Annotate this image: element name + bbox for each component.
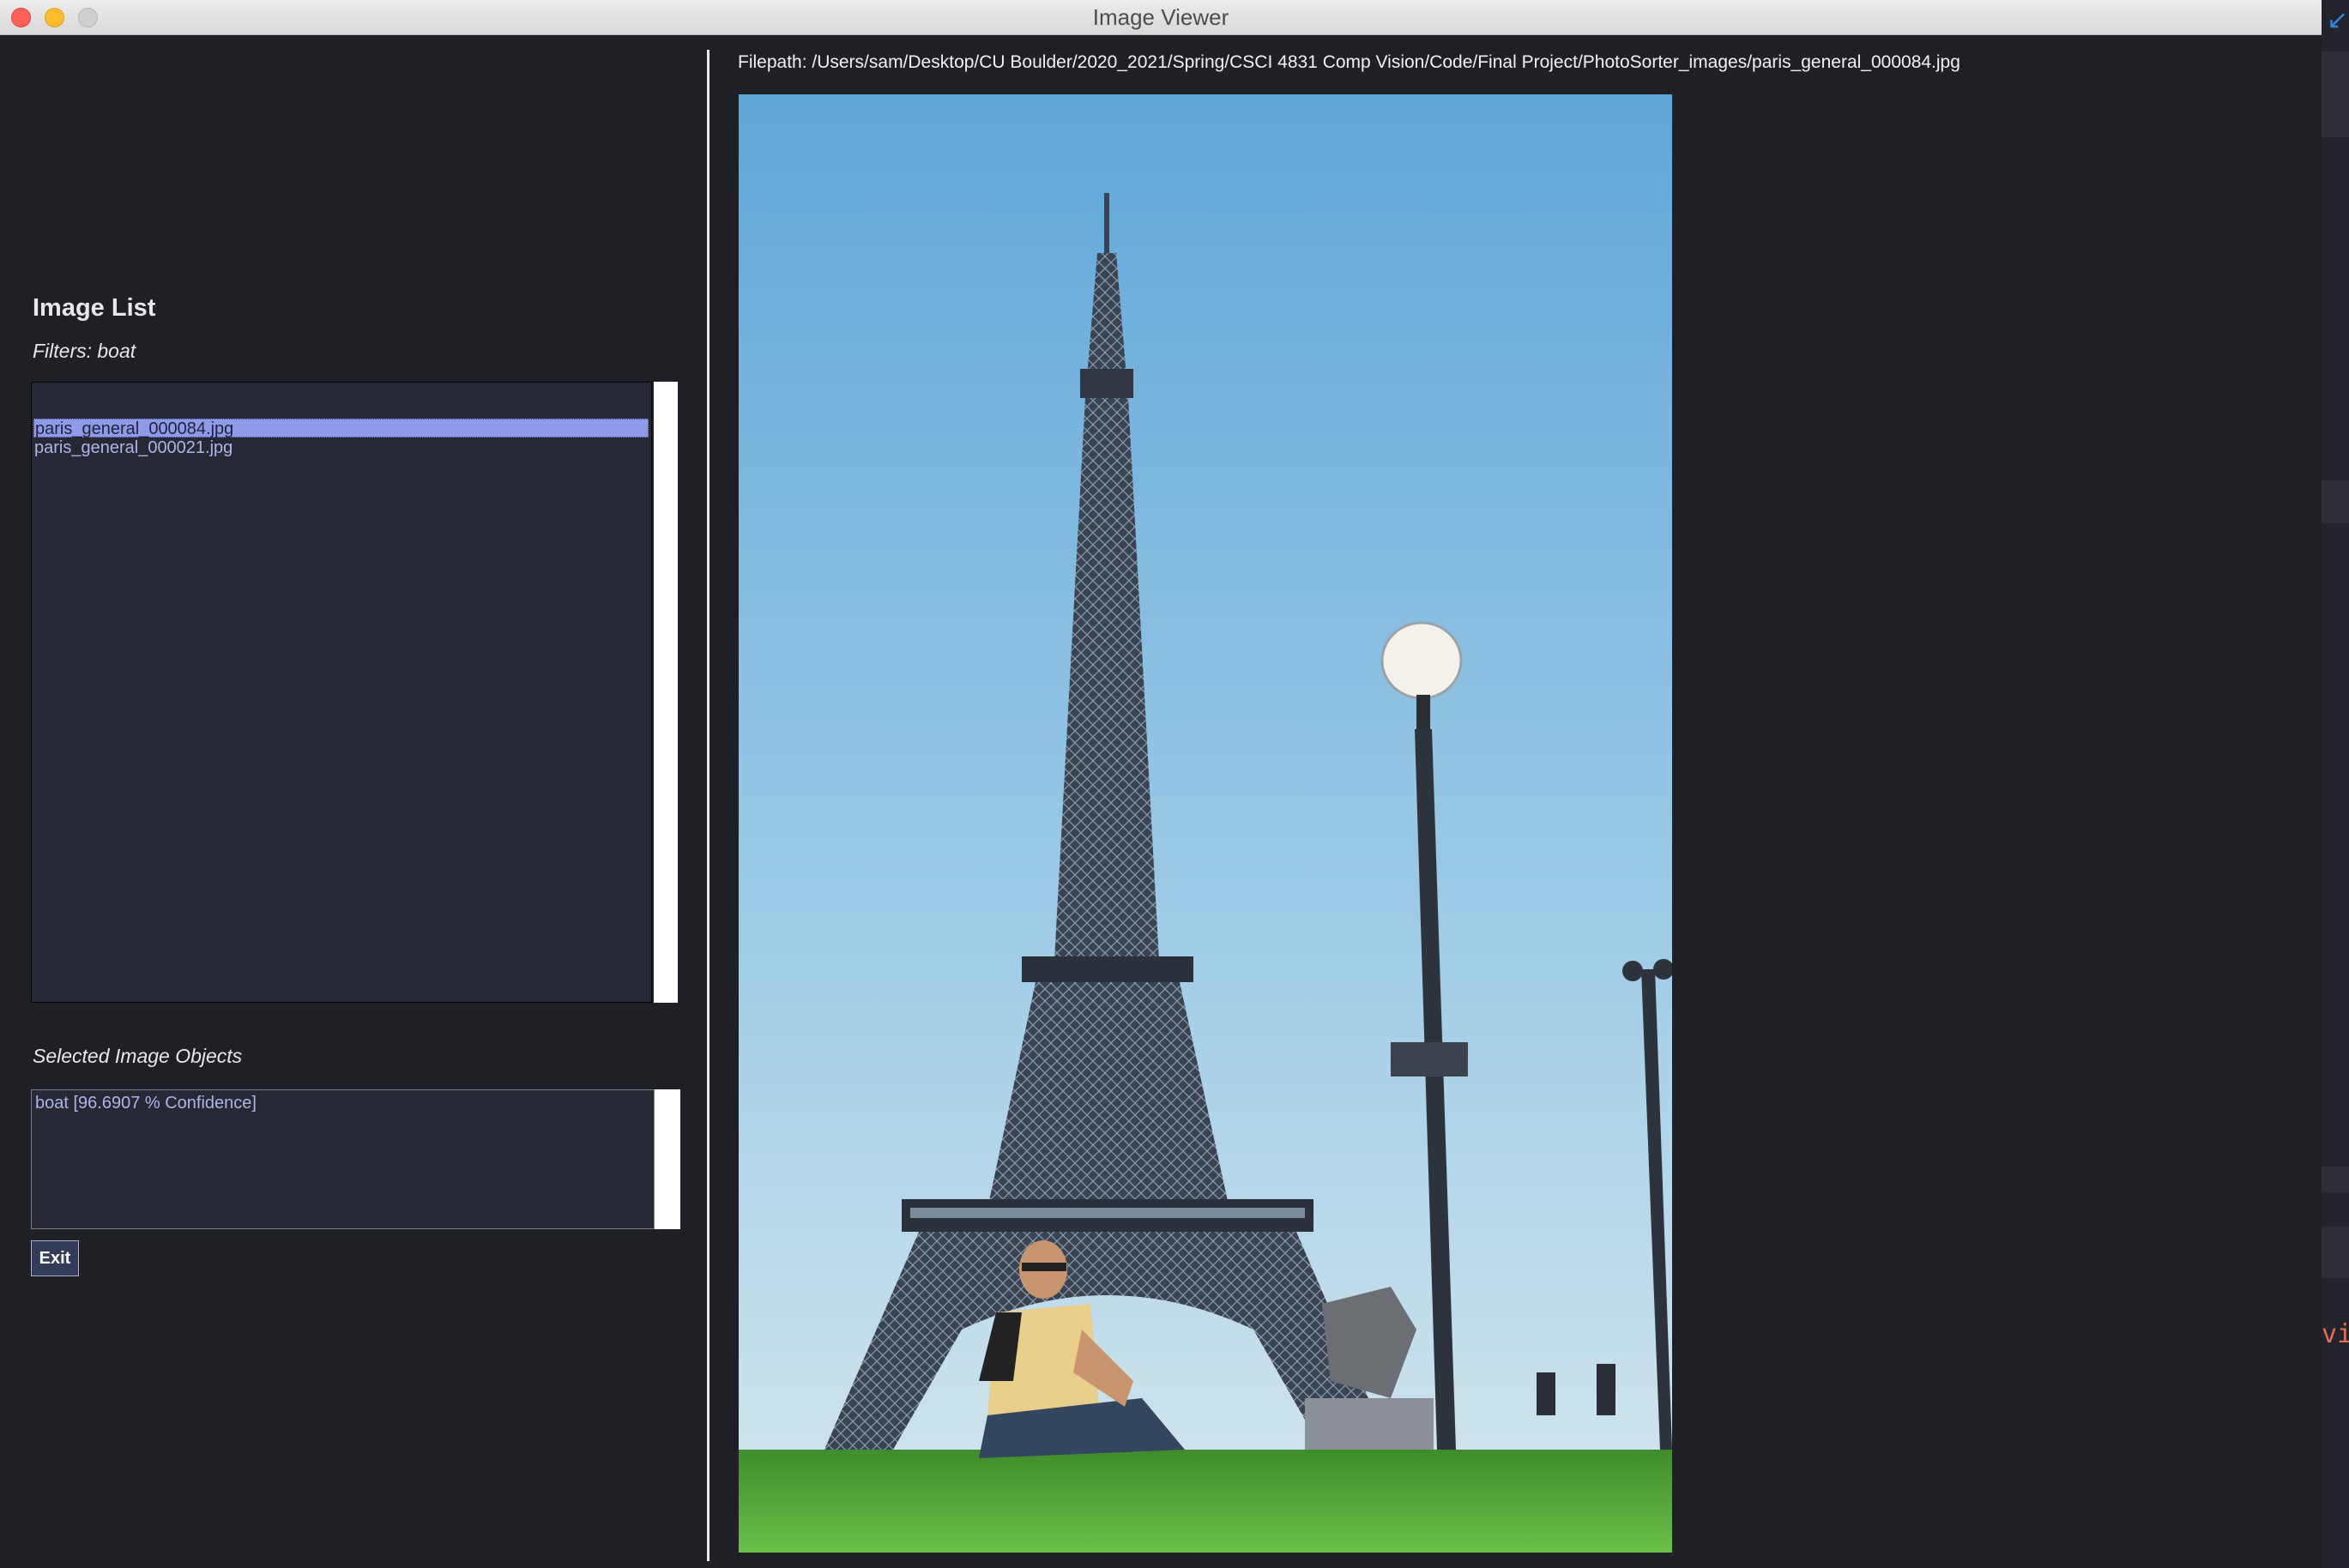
objects-scrollbar[interactable] (655, 1089, 680, 1229)
exit-button[interactable]: Exit (31, 1240, 79, 1276)
window-title: Image Viewer (1092, 4, 1229, 30)
arrow-icon: ↙ (2327, 6, 2349, 34)
image-list-scrollbar[interactable] (654, 382, 678, 1003)
filters-label: Filters: boat (33, 340, 136, 362)
filepath-label: Filepath: /Users/sam/Desktop/CU Boulder/… (738, 52, 1960, 72)
objects-textbox[interactable]: boat [96.6907 % Confidence] (31, 1089, 655, 1229)
title-bar: Image Viewer (0, 0, 2322, 35)
image-list-item-selected[interactable]: paris_general_000084.jpg (33, 419, 649, 438)
image-list-item[interactable]: paris_general_000021.jpg (33, 438, 232, 457)
image-listbox[interactable]: paris_general_000084.jpg paris_general_0… (31, 382, 652, 1003)
selected-objects-label: Selected Image Objects (33, 1045, 243, 1067)
image-list-heading: Image List (33, 294, 156, 322)
object-item: boat [96.6907 % Confidence] (35, 1094, 257, 1113)
editor-fragment-text: vi (2322, 1319, 2349, 1349)
image-preview (739, 94, 1672, 1553)
panel-divider (707, 50, 710, 1561)
